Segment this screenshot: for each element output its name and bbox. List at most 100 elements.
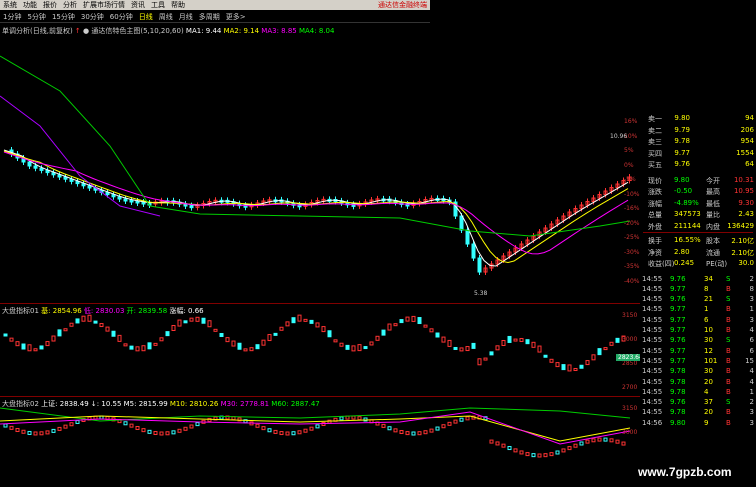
arrow-icon: ↑ [74,27,81,35]
stat-value-2: 9.30 [738,198,754,207]
tick-count: 6 [749,346,754,355]
ma5-line [3,149,629,267]
sub2-candle [339,416,344,421]
sub2-candle [315,424,320,429]
tick-row: 14:55 9.76 34 S 2 [640,275,756,285]
candle-body [465,229,470,245]
sub2-candle [609,438,614,443]
period-tab-0[interactable]: 1分钟 [0,12,24,22]
sub2-candle [279,431,284,436]
stat-value: 9.80 [674,175,690,184]
tick-price: 9.77 [670,346,686,355]
sub2-tick: 3150 [622,405,638,412]
ma60-line [0,55,631,237]
period-tab-9[interactable]: 更多> [223,12,249,22]
menu-item-2[interactable]: 报价 [40,0,60,10]
order-book-row: 卖一 9.80 94 [640,114,756,124]
sub2-candle [519,450,524,455]
indicator-title[interactable]: 单调分析(日线,前复权) [2,27,73,35]
ma-label-1: MA2: 9.14 [221,27,260,35]
sub1-candle [459,347,464,352]
sub1-candle [195,316,200,322]
sub1-candle [591,354,596,361]
stat-value: -4.89% [674,198,699,207]
high-label: 10.96 [610,133,628,140]
sub1-candle [21,343,26,350]
menu-item-5[interactable]: 资讯 [128,0,148,10]
order-book-volume: 206 [740,125,754,134]
tick-time: 14:55 [642,377,663,386]
stat-label-2: 最高 [706,188,720,196]
sub1-candle [441,336,446,343]
sub1-candle [477,358,482,366]
tick-side: B [726,367,731,376]
sub2-candle [285,431,290,436]
tick-volume: 9 [704,418,709,427]
tick-count: 4 [749,377,754,386]
period-tab-4[interactable]: 60分钟 [107,12,136,22]
sub1-candle [219,333,224,338]
period-tab-6[interactable]: 周线 [156,12,176,22]
sub1-candle [507,335,512,343]
sub1-candle [159,337,164,342]
order-book-price: 9.78 [674,137,690,145]
candle-body [189,205,194,209]
indicator-settings-icon[interactable]: ● [83,27,89,35]
tick-side: B [726,284,731,293]
tick-count: 1 [749,387,754,396]
price-chart[interactable] [0,36,640,487]
tick-volume: 30 [704,367,713,376]
period-tab-7[interactable]: 月线 [176,12,196,22]
menu-item-6[interactable]: 工具 [148,0,168,10]
menu-item-7[interactable]: 帮助 [168,0,188,10]
sub2-candle [555,450,560,455]
stat-value-2: 10.95 [733,187,754,195]
sub1-candle [189,317,194,322]
sub2-candle [159,431,164,436]
tick-price: 9.78 [670,387,686,396]
period-tab-2[interactable]: 15分钟 [49,12,78,22]
sub2-candle [549,452,554,457]
sub2-candle [579,441,584,446]
menu-item-0[interactable]: 系统 [0,0,20,10]
tick-volume: 34 [704,274,713,283]
period-tab-8[interactable]: 多周期 [196,12,223,22]
sub2-candle [393,428,398,433]
tick-side: B [726,356,731,365]
sub2-candle [27,430,32,435]
sub1-candle [111,330,116,337]
tick-price: 9.78 [670,367,686,376]
tick-price: 9.80 [670,418,686,427]
sub2-candle [39,431,44,436]
sub2-candle [543,453,548,458]
sub2-candle [423,430,428,435]
period-tab-5[interactable]: 日线 [136,12,156,22]
candle-body [477,257,482,273]
menu-item-1[interactable]: 功能 [20,0,40,10]
sub2-candle [141,428,146,433]
sub2-candle [603,437,608,442]
order-book-volume: 64 [745,160,754,168]
candle-body [471,243,476,259]
tick-row: 14:55 9.76 21 S 3 [640,295,756,305]
stat-label-2: PE(动) [706,260,728,268]
ma-legend: MA1: 9.44 MA2: 9.14 MA3: 8.85 MA4: 8.04 [186,27,335,35]
indicator-name[interactable]: 通达信特色主图(5,10,20,60) [91,27,183,35]
stat-label: 涨跌 [648,188,662,196]
sub1-candle [93,320,98,324]
sub2-candle [15,428,20,433]
sub1-candle [351,345,356,352]
sub2-candle [405,431,410,436]
tick-price: 9.77 [670,315,686,324]
period-tab-1[interactable]: 5分钟 [24,12,48,22]
sub1-candle [549,358,554,363]
sub1-candle [585,360,590,366]
sub2-candle [63,424,68,429]
period-tab-3[interactable]: 30分钟 [78,12,107,22]
menu-item-3[interactable]: 分析 [60,0,80,10]
sub1-candle [249,347,254,352]
menu-item-4[interactable]: 扩展市场行情 [80,0,128,10]
sub1-candle [375,335,380,341]
order-book-volume: 94 [745,114,754,122]
watermark: www.7gpzb.com [638,465,732,479]
